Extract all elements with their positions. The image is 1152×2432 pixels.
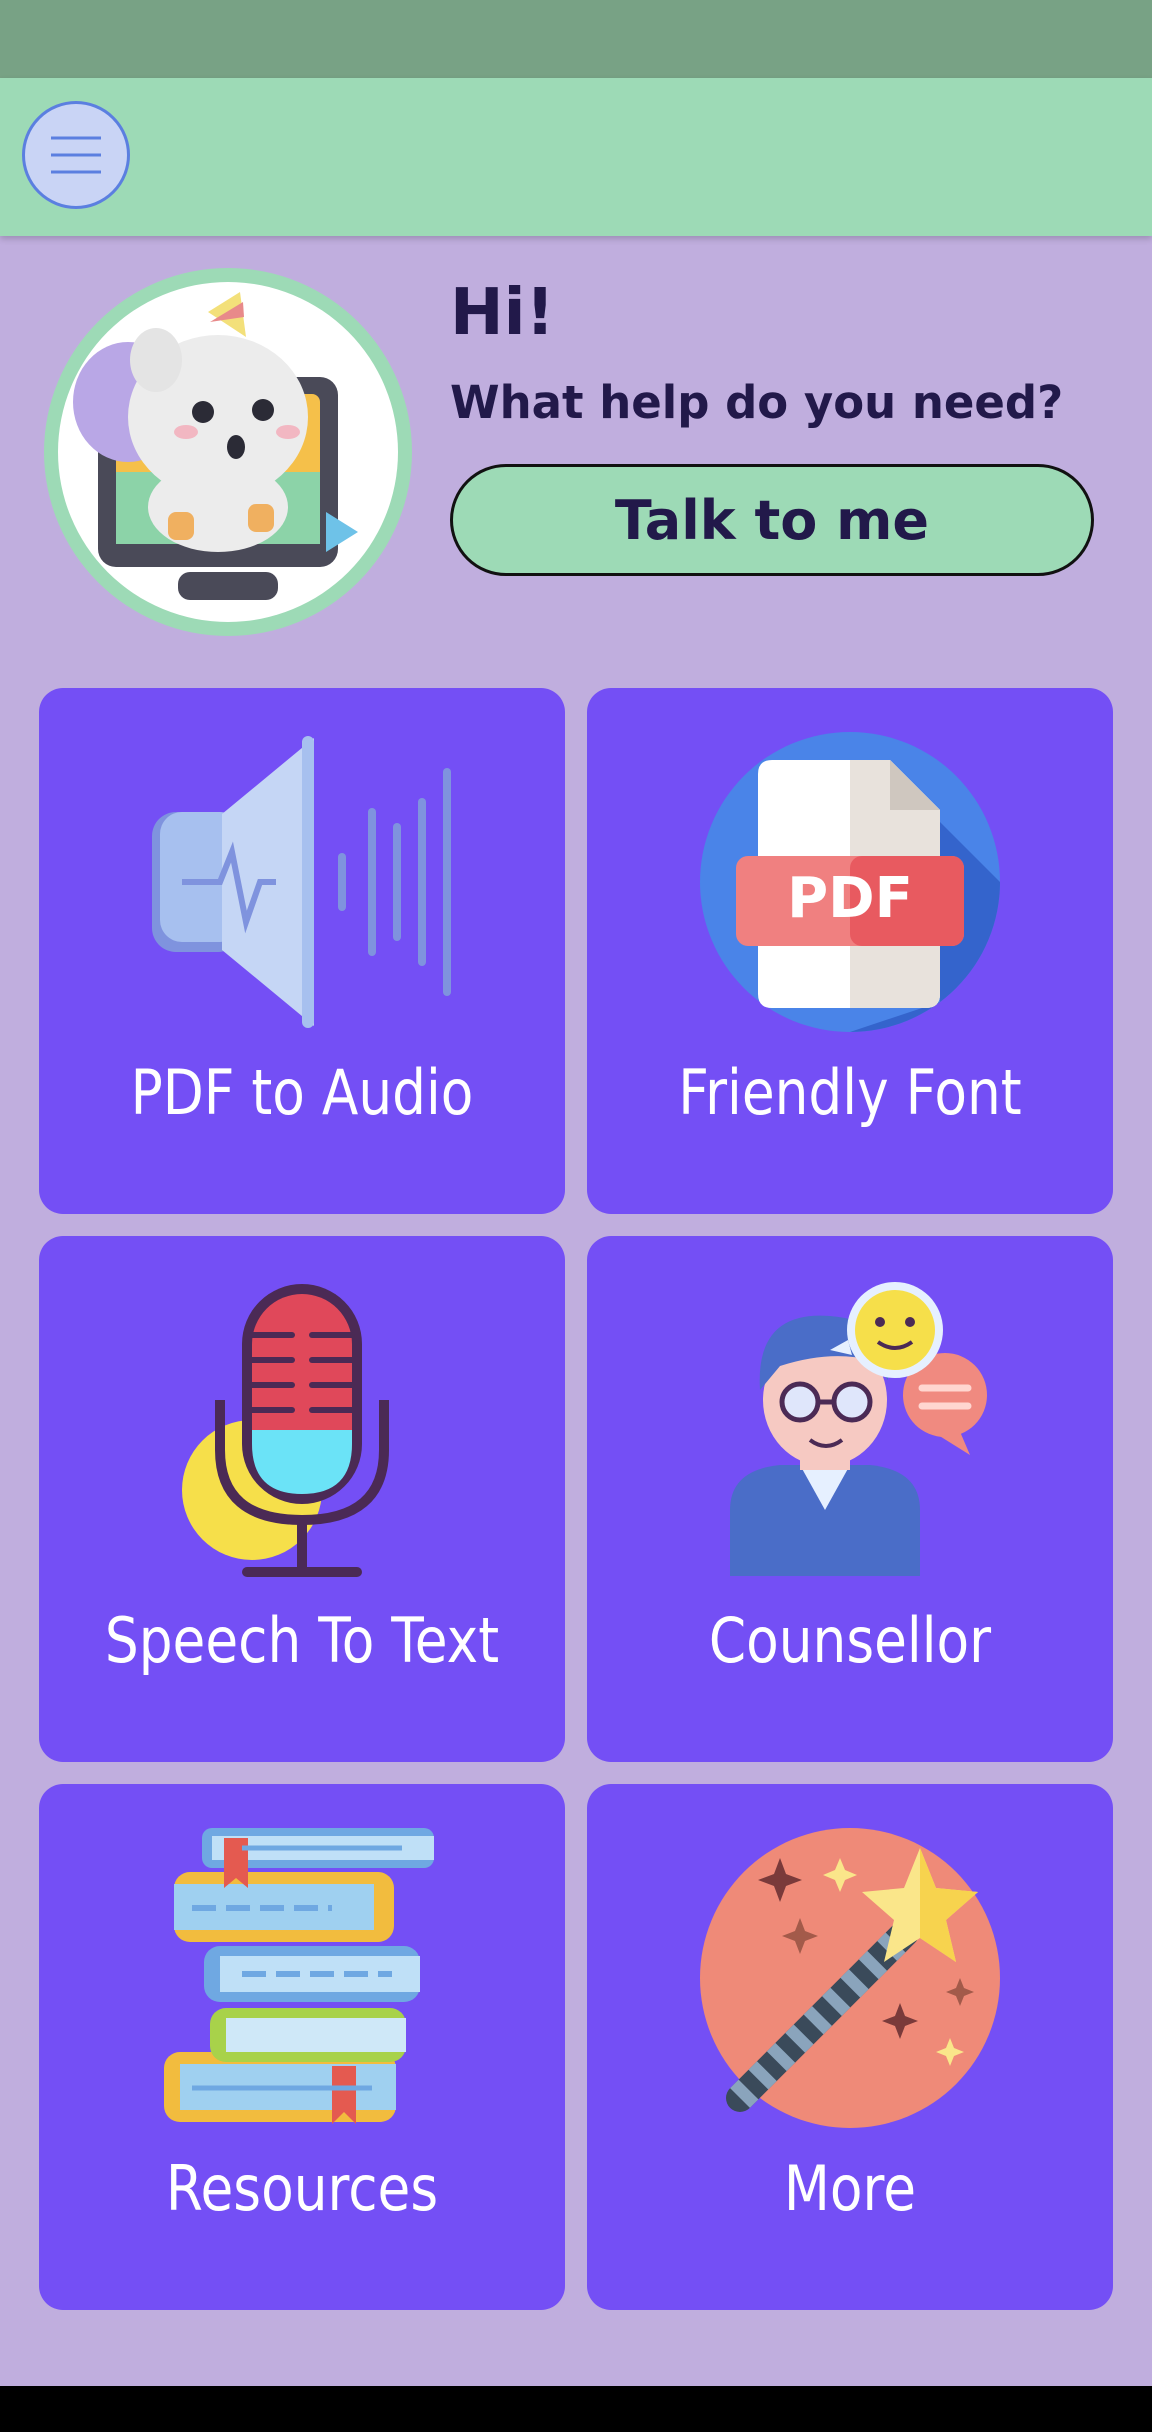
tile-resources[interactable]: Resources	[39, 1784, 565, 2310]
talk-to-me-button[interactable]: Talk to me	[450, 464, 1094, 576]
tile-pdf-to-audio[interactable]: PDF to Audio	[39, 688, 565, 1214]
tile-label: Speech To Text	[104, 1604, 500, 1677]
tile-label: PDF to Audio	[130, 1056, 474, 1129]
system-navigation-bar	[0, 2386, 1152, 2432]
status-bar	[0, 0, 1152, 78]
help-question: What help do you need?	[450, 376, 1064, 429]
tile-label: Counsellor	[708, 1604, 992, 1677]
greeting-heading: Hi!	[450, 276, 555, 350]
app-bar	[0, 78, 1152, 236]
hamburger-menu-icon	[51, 136, 101, 174]
speaker-icon	[152, 736, 451, 1028]
avatar	[44, 268, 412, 636]
books-stack-icon	[164, 1828, 434, 2124]
tile-speech-to-text[interactable]: Speech To Text	[39, 1236, 565, 1762]
tile-friendly-font[interactable]: PDF Friendly Font	[587, 688, 1113, 1214]
pdf-document-icon: PDF	[700, 732, 1000, 1032]
magic-wand-icon	[700, 1828, 1000, 2128]
tile-label: More	[783, 2152, 917, 2225]
tile-more[interactable]: More	[587, 1784, 1113, 2310]
svg-text:PDF: PDF	[787, 866, 913, 931]
tile-label: Resources	[165, 2152, 439, 2225]
tile-label: Friendly Font	[678, 1056, 1022, 1129]
counsellor-person-icon	[730, 1282, 987, 1576]
menu-button[interactable]	[22, 101, 130, 209]
tile-counsellor[interactable]: Counsellor	[587, 1236, 1113, 1762]
microphone-icon	[182, 1284, 389, 1577]
unicorn-mascot-icon	[73, 292, 358, 600]
